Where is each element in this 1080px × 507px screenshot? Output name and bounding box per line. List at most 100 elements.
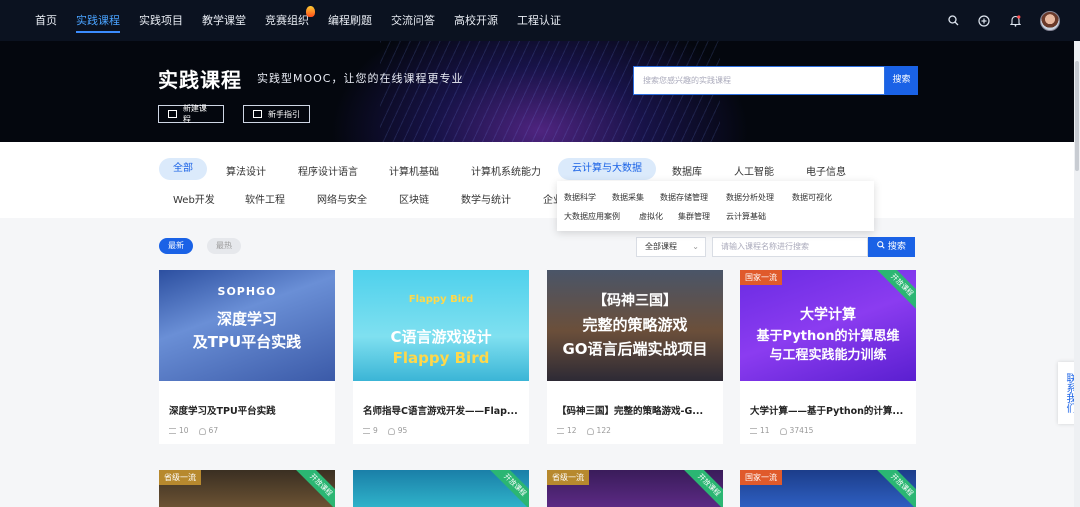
course-title: 大学计算——基于Python的计算... [750,406,904,417]
category-computer-systems[interactable]: 计算机系统能力 [471,163,541,178]
nav-item-practice-projects[interactable]: 实践项目 [139,0,183,41]
page-scrollbar[interactable] [1074,41,1080,507]
tab-hot[interactable]: 最热 [207,238,241,254]
open-course-ribbon: 开放课程 [487,470,529,507]
open-course-ribbon: 开放课程 [293,470,335,507]
nav-item-certification[interactable]: 工程认证 [517,0,561,41]
learners-icon [198,427,206,435]
open-course-ribbon: 开放课程 [681,470,723,507]
category-math-stats[interactable]: 数学与统计 [461,191,511,206]
guide-icon [253,110,262,118]
category-electronics[interactable]: 电子信息 [806,163,846,178]
page-subtitle: 实践型MOOC，让您的在线课程更专业 [257,72,464,85]
nav-item-home[interactable]: 首页 [35,0,57,41]
category-algorithm[interactable]: 算法设计 [226,163,266,178]
provincial-first-class-badge: 省级一流 [547,470,589,485]
nav-item-qa[interactable]: 交流问答 [391,0,435,41]
new-course-button[interactable]: 新建课程 [158,104,224,124]
chapters-icon [557,428,564,434]
guide-button[interactable]: 新手指引 [243,105,310,123]
provincial-first-class-badge: 省级一流 [159,470,201,485]
nav-right-tools [947,0,1060,41]
subcategory-item[interactable]: 数据科学 [564,192,596,203]
subcategory-item[interactable]: 云计算基础 [726,211,766,222]
national-first-class-badge: 国家一流 [740,470,782,485]
course-thumbnail: Flappy Bird C语言游戏设计 Flappy Bird [353,270,529,381]
nav-item-coding-practice[interactable]: 编程刷题 [328,0,372,41]
category-computer-basics[interactable]: 计算机基础 [389,163,439,178]
category-cloud-bigdata[interactable]: 云计算与大数据 [558,158,656,180]
category-web[interactable]: Web开发 [173,191,215,206]
search-icon[interactable] [947,15,959,27]
thumb-title-line: Flappy Bird [392,349,490,367]
chapter-count: 9 [373,426,378,435]
chapter-count: 11 [760,426,770,435]
tab-latest[interactable]: 最新 [159,238,193,254]
course-name-search-button[interactable]: 搜索 [868,237,915,257]
learner-count: 67 [208,426,219,435]
course-title: 【码神三国】完整的策略游戏-G... [557,406,704,417]
subcategory-item[interactable]: 数据采集 [612,192,644,203]
course-thumbnail: 国家一流 开放课程 大学计算 基于Python的计算思维 与工程实践能力训练 [740,270,916,381]
bell-icon[interactable] [1009,14,1021,27]
nav-item-open-source[interactable]: 高校开源 [454,0,498,41]
course-type-select[interactable]: 全部课程 ⌄ [636,237,706,257]
guide-label: 新手指引 [268,109,300,119]
thumb-title-line: C语言游戏设计 [390,328,492,346]
hot-fire-icon [306,6,315,17]
category-ai[interactable]: 人工智能 [734,163,774,178]
thumb-title-line: 大学计算 [800,307,856,323]
chapter-count: 12 [567,426,577,435]
course-search-button[interactable]: 搜索 [885,66,918,95]
course-search-input[interactable]: 搜索您感兴趣的实践课程 [633,66,885,95]
thumb-title-line: 与工程实践能力训练 [769,348,887,363]
open-course-ribbon: 开放课程 [874,470,916,507]
category-network-security[interactable]: 网络与安全 [317,191,367,206]
user-avatar[interactable] [1040,10,1060,31]
book-icon [168,110,177,118]
course-meta: 10 67 [169,426,218,435]
thumb-title-line: GO语言后端实战项目 [562,340,708,358]
course-card[interactable]: 国家一流 开放课程 [740,470,916,507]
course-name-search-label: 搜索 [887,242,906,252]
nav-item-competitions[interactable]: 竞赛组织 [265,0,315,41]
category-blockchain[interactable]: 区块链 [399,191,429,206]
subcategory-item[interactable]: 集群管理 [678,211,710,222]
category-software-engineering[interactable]: 软件工程 [245,191,285,206]
course-card[interactable]: 省级一流 开放课程 [159,470,335,507]
plus-circle-icon[interactable] [978,14,990,27]
learners-icon [387,427,395,435]
course-card[interactable]: 省级一流 开放课程 [547,470,723,507]
course-title: 深度学习及TPU平台实践 [169,406,276,417]
course-name-search-input[interactable]: 请输入课程名称进行搜索 [712,237,868,257]
subcategory-item[interactable]: 数据可视化 [792,192,832,203]
course-card[interactable]: 【码神三国】 完整的策略游戏 GO语言后端实战项目 【码神三国】完整的策略游戏-… [547,270,723,444]
search-icon [877,241,885,249]
course-meta: 12 122 [557,426,611,435]
national-first-class-badge: 国家一流 [740,270,782,285]
page-title: 实践课程 [158,68,242,92]
subcategory-item[interactable]: 数据存储管理 [660,192,708,203]
subcategory-item[interactable]: 虚拟化 [639,211,663,222]
subcategory-dropdown: 数据科学 数据采集 数据存储管理 数据分析处理 数据可视化 大数据应用案例 虚拟… [557,181,874,231]
scrollbar-thumb[interactable] [1075,61,1079,171]
nav-item-teaching-classroom[interactable]: 教学课堂 [202,0,246,41]
course-card[interactable]: 国家一流 开放课程 大学计算 基于Python的计算思维 与工程实践能力训练 大… [740,270,916,444]
course-card[interactable]: Flappy Bird C语言游戏设计 Flappy Bird 名师指导C语言游… [353,270,529,444]
category-database[interactable]: 数据库 [672,163,702,178]
course-thumbnail: 【码神三国】 完整的策略游戏 GO语言后端实战项目 [547,270,723,381]
subcategory-item[interactable]: 大数据应用案例 [564,211,620,222]
category-all[interactable]: 全部 [159,158,207,180]
thumb-title-line: 完整的策略游戏 [582,316,688,334]
course-card[interactable]: 开放课程 [353,470,529,507]
chevron-down-icon: ⌄ [692,242,699,251]
nav-item-competitions-label: 竞赛组织 [265,14,309,27]
course-thumbnail: SOPHGO 深度学习 及TPU平台实践 [159,270,335,381]
course-card[interactable]: SOPHGO 深度学习 及TPU平台实践 深度学习及TPU平台实践 10 67 [159,270,335,444]
category-programming-language[interactable]: 程序设计语言 [298,163,358,178]
course-type-value: 全部课程 [645,242,677,251]
thumb-brand: Flappy Bird [408,294,474,305]
subcategory-item[interactable]: 数据分析处理 [726,192,774,203]
nav-item-practice-courses[interactable]: 实践课程 [76,0,120,41]
hero-banner: 实践课程 实践型MOOC，让您的在线课程更专业 新建课程 新手指引 搜索您感兴趣… [0,41,1080,142]
